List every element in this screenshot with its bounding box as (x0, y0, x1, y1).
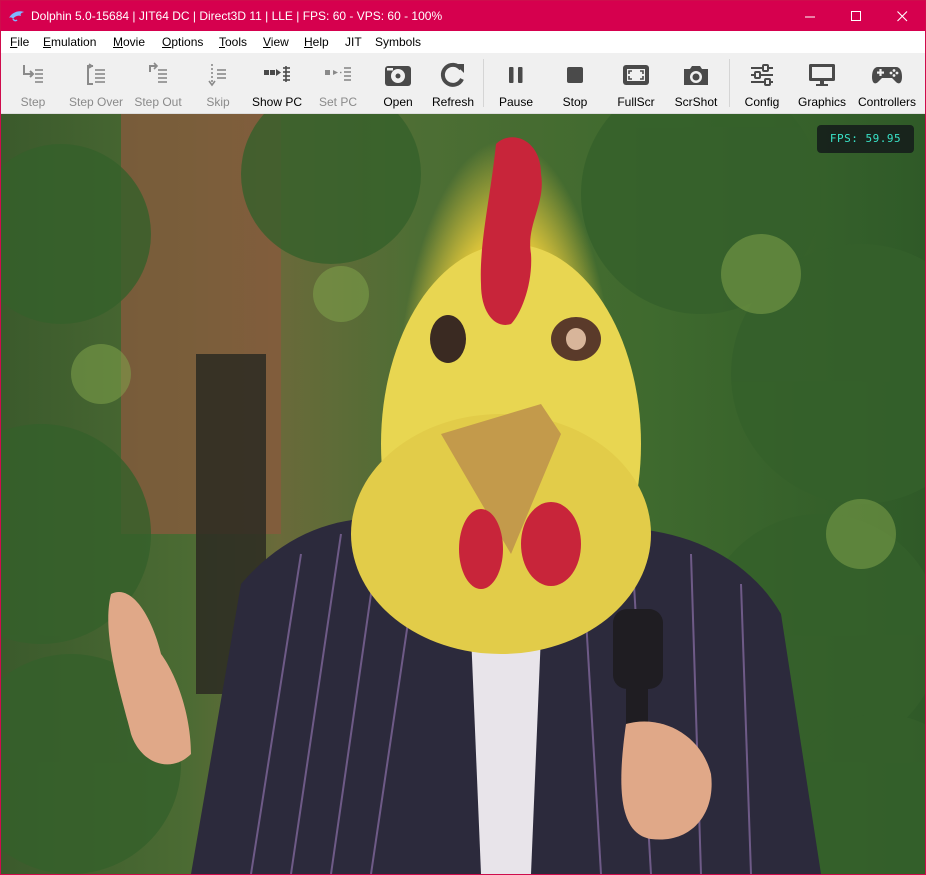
controllers-button[interactable]: Controllers (856, 53, 918, 113)
step-label: Step (20, 95, 46, 109)
open-disc-icon (382, 59, 414, 91)
close-button[interactable] (879, 1, 925, 31)
step-icon (17, 59, 49, 91)
menu-jit[interactable]: JIT (345, 31, 362, 53)
gamepad-icon (871, 59, 903, 91)
maximize-icon (850, 10, 861, 21)
fullscreen-icon (620, 59, 652, 91)
fps-overlay: FPS: 59.95 (817, 125, 914, 153)
maximize-button[interactable] (833, 1, 879, 31)
show-pc-button[interactable]: Show PC (251, 53, 303, 113)
pause-button[interactable]: Pause (495, 53, 537, 113)
close-icon (896, 10, 907, 21)
fullscreen-button[interactable]: FullScr (615, 53, 657, 113)
pause-icon (500, 59, 532, 91)
title-bar[interactable]: Dolphin 5.0-15684 | JIT64 DC | Direct3D … (1, 1, 925, 31)
menu-movie[interactable]: Movie (113, 31, 145, 53)
open-button[interactable]: Open (378, 53, 418, 113)
stop-label: Stop (562, 95, 588, 109)
menu-bar: File Emulation Movie Options Tools View … (1, 31, 925, 53)
dolphin-window: Dolphin 5.0-15684 | JIT64 DC | Direct3D … (0, 0, 926, 875)
config-label: Config (744, 95, 780, 109)
step-over-label: Step Over (68, 95, 124, 109)
stop-button[interactable]: Stop (557, 53, 593, 113)
step-out-button[interactable]: Step Out (131, 53, 185, 113)
graphics-label: Graphics (797, 95, 847, 109)
open-label: Open (383, 95, 413, 109)
step-out-icon (142, 59, 174, 91)
skip-button[interactable]: Skip (199, 53, 237, 113)
window-title: Dolphin 5.0-15684 | JIT64 DC | Direct3D … (31, 9, 443, 23)
skip-label: Skip (206, 95, 230, 109)
pause-label: Pause (498, 95, 534, 109)
step-out-label: Step Out (134, 95, 182, 109)
camera-icon (680, 59, 712, 91)
menu-file[interactable]: File (10, 31, 29, 53)
fullscreen-label: FullScr (617, 95, 655, 109)
menu-view[interactable]: View (263, 31, 289, 53)
toolbar: Step Step Over Step Out Skip Show PC Set… (1, 53, 925, 114)
menu-tools[interactable]: Tools (219, 31, 247, 53)
set-pc-label: Set PC (318, 95, 357, 109)
dolphin-logo-icon (9, 11, 24, 22)
graphics-button[interactable]: Graphics (796, 53, 848, 113)
stop-icon (559, 59, 591, 91)
step-over-button[interactable]: Step Over (65, 53, 127, 113)
toolbar-separator (483, 59, 484, 107)
menu-emulation[interactable]: Emulation (43, 31, 96, 53)
minimize-icon (804, 16, 815, 17)
game-render-area[interactable] (1, 114, 925, 874)
set-pc-button[interactable]: Set PC (317, 53, 359, 113)
controllers-label: Controllers (857, 95, 917, 109)
step-button[interactable]: Step (13, 53, 53, 113)
sliders-icon (746, 59, 778, 91)
show-pc-icon (261, 59, 293, 91)
screenshot-button[interactable]: ScrShot (673, 53, 719, 113)
monitor-icon (806, 59, 838, 91)
set-pc-icon (322, 59, 354, 91)
config-button[interactable]: Config (741, 53, 783, 113)
refresh-icon (437, 59, 469, 91)
screenshot-label: ScrShot (674, 95, 718, 109)
menu-symbols[interactable]: Symbols (375, 31, 421, 53)
step-over-icon (80, 59, 112, 91)
show-pc-label: Show PC (251, 95, 303, 109)
refresh-button[interactable]: Refresh (430, 53, 476, 113)
minimize-button[interactable] (787, 1, 833, 31)
refresh-label: Refresh (431, 95, 475, 109)
toolbar-separator (729, 59, 730, 107)
skip-icon (202, 59, 234, 91)
menu-options[interactable]: Options (162, 31, 203, 53)
game-frame-image (1, 114, 925, 874)
menu-help[interactable]: Help (304, 31, 329, 53)
